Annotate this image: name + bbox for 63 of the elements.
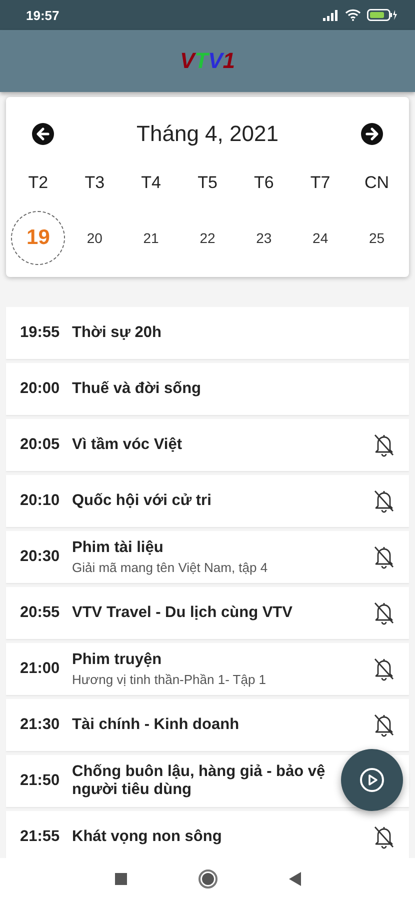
program-row[interactable]: 21:55 Khát vọng non sông [6,811,409,858]
program-row[interactable]: 20:30 Phim tài liệu Giải mã mang tên Việt Nam, tập 4 [6,531,409,583]
program-title: Tài chính - Kinh doanh [72,716,240,734]
program-title: Phim tài liệu [72,539,164,557]
bell-off-icon[interactable] [373,713,395,737]
weekday-label: CN [363,173,390,194]
program-subtitle: Giải mã mang tên Việt Nam, tập 4 [72,560,269,575]
program-time: 21:55 [20,828,61,846]
weekday-label: T6 [253,173,275,194]
program-time: 21:50 [20,772,61,790]
program-row[interactable]: 20:05 Vì tầm vóc Việt [6,419,409,471]
bell-off-icon[interactable] [373,601,395,625]
program-row[interactable]: 20:10 Quốc hội với cử tri [6,475,409,527]
day-item[interactable]: 25 [350,211,404,265]
weekday-label: T2 [27,173,50,194]
program-time: 20:05 [20,436,61,454]
bell-off-icon[interactable] [373,433,395,457]
program-row[interactable]: 20:55 VTV Travel - Du lịch cùng VTV [6,587,409,639]
bell-off-icon[interactable] [373,489,395,513]
program-title: Vì tầm vóc Việt [72,436,183,454]
program-title: Thuế và đời sống [72,380,202,398]
home-icon[interactable] [198,869,218,889]
bell-off-icon[interactable] [373,545,395,569]
program-title: Thời sự 20h [72,324,162,342]
program-time: 19:55 [20,324,61,342]
program-row[interactable]: 21:30 Tài chính - Kinh doanh [6,699,409,751]
next-month-icon[interactable] [360,122,384,146]
program-time: 20:30 [20,548,61,566]
channel-logo: VTV1 [180,48,236,74]
program-title: Khát vọng non sông [72,828,223,846]
day-item[interactable]: 22 [180,211,234,265]
program-time: 21:30 [20,716,61,734]
day-item[interactable]: 21 [124,211,178,265]
program-time: 20:55 [20,604,61,622]
weekday-label: T4 [140,173,162,194]
recents-icon[interactable] [114,872,128,886]
play-icon [359,767,385,793]
status-time: 19:57 [26,8,60,22]
program-time: 21:00 [20,660,61,678]
wifi-icon [345,9,361,21]
program-title: Quốc hội với cử tri [72,492,212,510]
weekday-label: T3 [84,173,106,194]
program-time: 20:10 [20,492,61,510]
day-item[interactable]: 24 [293,211,348,265]
program-row[interactable]: 20:00 Thuế và đời sống [6,363,409,415]
day-item[interactable]: 23 [236,211,291,265]
signal-icon [323,10,339,20]
program-row[interactable]: 21:00 Phim truyện Hương vị tinh thần-Phần 1- Tập 1 [6,643,409,695]
program-time: 20:00 [20,380,61,398]
bell-off-icon[interactable] [373,825,395,849]
previous-month-icon[interactable] [31,122,55,146]
program-title: Phim truyện [72,651,163,669]
program-subtitle: Hương vị tinh thần-Phần 1- Tập 1 [72,672,268,687]
program-row[interactable]: 19:55 Thời sự 20h [6,307,409,359]
weekday-label: T7 [309,173,332,194]
day-item[interactable]: 20 [68,211,122,265]
program-title: VTV Travel - Du lịch cùng VTV [72,604,294,622]
month-title: Tháng 4, 2021 [136,121,278,147]
weekday-label: T5 [196,173,218,194]
program-title: Chống buôn lậu, hàng giả - bảo vệ người tiêu dùng [72,763,326,799]
battery-icon [367,9,397,21]
bell-off-icon[interactable] [373,657,395,681]
back-icon[interactable] [288,871,302,887]
